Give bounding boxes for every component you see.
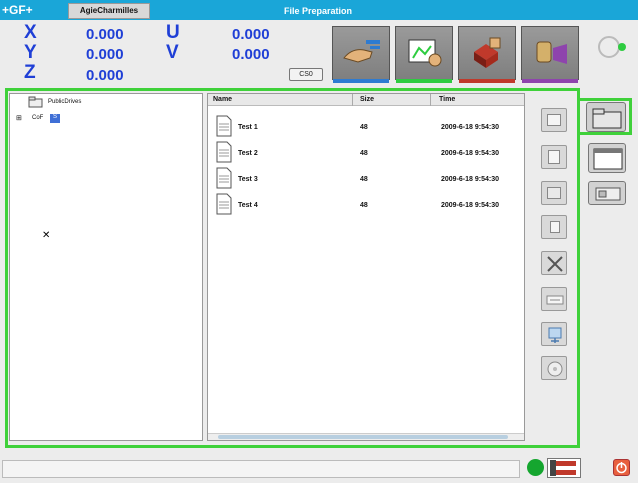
file-name: Test 2 (238, 150, 258, 157)
new-folder-button[interactable] (541, 108, 567, 132)
column-name[interactable]: Name (213, 96, 232, 103)
execution-mode-button[interactable] (458, 26, 516, 83)
drive-folder-icon (28, 96, 43, 108)
transfer-button[interactable] (541, 322, 567, 346)
file-list-header: Name Size Time (208, 94, 524, 106)
axis-y-value: 0.000 (86, 46, 124, 63)
axis-v-label: V (166, 42, 179, 63)
file-row[interactable]: Test 3 48 2009-6-18 9:54:30 (208, 167, 524, 189)
file-size: 48 (360, 150, 368, 157)
vendor-tab[interactable]: AgieCharmilles (68, 3, 150, 19)
scrollbar-thumb[interactable] (218, 435, 508, 439)
hand-gauge-icon (343, 40, 380, 63)
document-icon (216, 115, 232, 137)
file-row[interactable]: Test 1 48 2009-6-18 9:54:30 (208, 115, 524, 137)
file-row[interactable]: Test 4 48 2009-6-18 9:54:30 (208, 193, 524, 215)
status-bar (2, 460, 520, 478)
power-button[interactable] (613, 459, 630, 476)
paste-icon (550, 221, 560, 233)
page-title: File Preparation (283, 6, 353, 16)
file-manager-tab[interactable] (586, 102, 626, 132)
column-divider (430, 94, 431, 106)
document-icon (548, 150, 560, 164)
file-list[interactable]: Name Size Time Test 1 48 2009-6-18 9:54:… (207, 93, 525, 441)
folder-icon (592, 108, 622, 129)
copy-icon (547, 187, 561, 199)
column-size[interactable]: Size (360, 96, 374, 103)
file-time: 2009-6-18 9:54:30 (441, 176, 499, 183)
column-time[interactable]: Time (439, 96, 455, 103)
tools-icon (536, 41, 567, 64)
execution-mode-indicator (459, 79, 515, 83)
axis-x-value: 0.000 (86, 26, 124, 43)
axis-u-value: 0.000 (232, 26, 270, 43)
file-size: 48 (360, 202, 368, 209)
brand-logo: +GF+ (2, 3, 33, 17)
column-divider (352, 94, 353, 106)
file-row[interactable]: Test 2 48 2009-6-18 9:54:30 (208, 141, 524, 163)
machine-ready-led-icon (527, 459, 544, 476)
axis-z-label: Z (24, 62, 36, 83)
file-name: Test 4 (238, 202, 258, 209)
file-name: Test 3 (238, 176, 258, 183)
paste-button[interactable] (541, 215, 567, 239)
maintenance-mode-button[interactable] (521, 26, 579, 83)
preparation-icon (408, 39, 442, 67)
mouse-cursor-icon: ✕ (42, 230, 51, 241)
power-icon (616, 462, 627, 474)
new-file-button[interactable] (541, 145, 567, 169)
editor-tab[interactable] (588, 143, 626, 173)
axis-y-label: Y (24, 42, 37, 63)
device-tab[interactable] (588, 181, 626, 205)
status-ring-icon[interactable] (598, 36, 620, 58)
file-time: 2009-6-18 9:54:30 (441, 202, 499, 209)
tree-item-tag[interactable]: S (50, 114, 60, 123)
title-bar: +GF+ AgieCharmilles File Preparation (0, 0, 638, 20)
document-icon (216, 141, 232, 163)
preparation-mode-button[interactable] (395, 26, 453, 83)
language-flag-button[interactable] (547, 458, 581, 478)
file-size: 48 (360, 176, 368, 183)
axis-v-value: 0.000 (232, 46, 270, 63)
tree-item-public-drives[interactable]: PublicDrives (48, 99, 81, 105)
device-icon (595, 187, 621, 201)
tree-expand-icon[interactable]: ⊞ (16, 114, 22, 122)
file-preparation-screen: +GF+ AgieCharmilles File Preparation X 0… (0, 0, 638, 483)
folder-icon (547, 114, 561, 126)
axis-z-value: 0.000 (86, 67, 124, 84)
disc-icon (547, 361, 563, 377)
window-icon (593, 148, 623, 170)
setup-mode-button[interactable] (332, 26, 390, 83)
rename-icon (546, 295, 564, 305)
file-size: 48 (360, 124, 368, 131)
file-time: 2009-6-18 9:54:30 (441, 124, 499, 131)
flag-icon (550, 460, 576, 476)
file-name: Test 1 (238, 124, 258, 131)
file-time: 2009-6-18 9:54:30 (441, 150, 499, 157)
preparation-mode-indicator (396, 79, 452, 83)
tree-item-cof[interactable]: CoF (32, 115, 43, 121)
maintenance-mode-indicator (522, 79, 578, 83)
delete-button[interactable] (541, 251, 567, 275)
axis-x-label: X (24, 22, 37, 43)
cubes-icon (474, 37, 501, 68)
document-icon (216, 167, 232, 189)
axis-u-label: U (166, 22, 180, 43)
folder-tree[interactable]: PublicDrives ⊞ CoF S (9, 93, 203, 441)
status-led-icon (618, 43, 626, 51)
properties-button[interactable] (541, 356, 567, 380)
document-icon (216, 193, 232, 215)
copy-button[interactable] (541, 181, 567, 205)
coordinate-system-button[interactable]: CS0 (289, 68, 323, 81)
horizontal-scrollbar[interactable] (208, 433, 524, 440)
transfer-icon (548, 327, 562, 343)
rename-button[interactable] (541, 287, 567, 311)
setup-mode-indicator (333, 79, 389, 83)
cut-x-icon (547, 256, 563, 272)
